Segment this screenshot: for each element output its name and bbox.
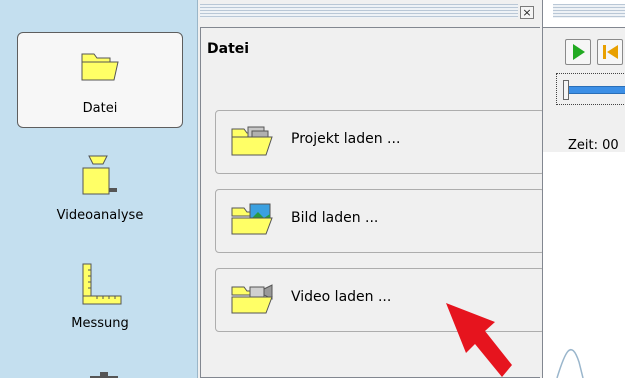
slider-thumb[interactable]	[563, 80, 569, 100]
close-button[interactable]: ×	[520, 6, 534, 19]
video-canvas-curve	[556, 348, 584, 378]
open-project-icon	[231, 126, 273, 156]
ruler-icon	[82, 263, 122, 305]
skip-back-icon	[603, 45, 618, 59]
pane-grip[interactable]	[553, 4, 625, 18]
load-project-label: Projekt laden ...	[291, 131, 401, 147]
load-image-button[interactable]: Bild laden ...	[215, 189, 545, 253]
play-button[interactable]	[565, 39, 591, 65]
load-project-button[interactable]: Projekt laden ...	[215, 110, 545, 174]
sidebar-item-videoanalyse[interactable]: Videoanalyse	[17, 150, 183, 240]
arrow-annotation-icon	[446, 303, 512, 377]
sidebar-item-label: Messung	[71, 316, 129, 331]
sidebar-item-datei[interactable]: Datei	[17, 32, 183, 128]
folder-icon	[81, 53, 119, 81]
sidebar-item-partial[interactable]	[84, 364, 124, 378]
sidebar-item-label: Videoanalyse	[56, 208, 144, 223]
time-slider[interactable]	[556, 73, 625, 105]
open-image-icon	[231, 203, 273, 235]
load-video-label: Video laden ...	[291, 289, 392, 305]
load-image-label: Bild laden ...	[291, 210, 379, 226]
slider-track	[567, 86, 625, 94]
time-readout: Zeit: 00	[568, 138, 619, 153]
tool-icon	[90, 372, 118, 378]
video-pane: Zeit: 00	[542, 0, 625, 378]
play-icon	[573, 44, 585, 60]
rewind-button[interactable]	[597, 39, 623, 65]
panel-title: Datei	[207, 41, 250, 57]
sidebar-item-label: Datei	[82, 101, 118, 116]
sidebar-item-messung[interactable]: Messung	[17, 258, 183, 348]
video-toolbar: Zeit: 00	[543, 27, 625, 153]
camera-icon	[82, 155, 117, 195]
sidebar: Datei Videoanalyse Messung	[0, 0, 198, 378]
open-video-icon	[231, 284, 273, 314]
panel-grip[interactable]	[200, 4, 518, 18]
